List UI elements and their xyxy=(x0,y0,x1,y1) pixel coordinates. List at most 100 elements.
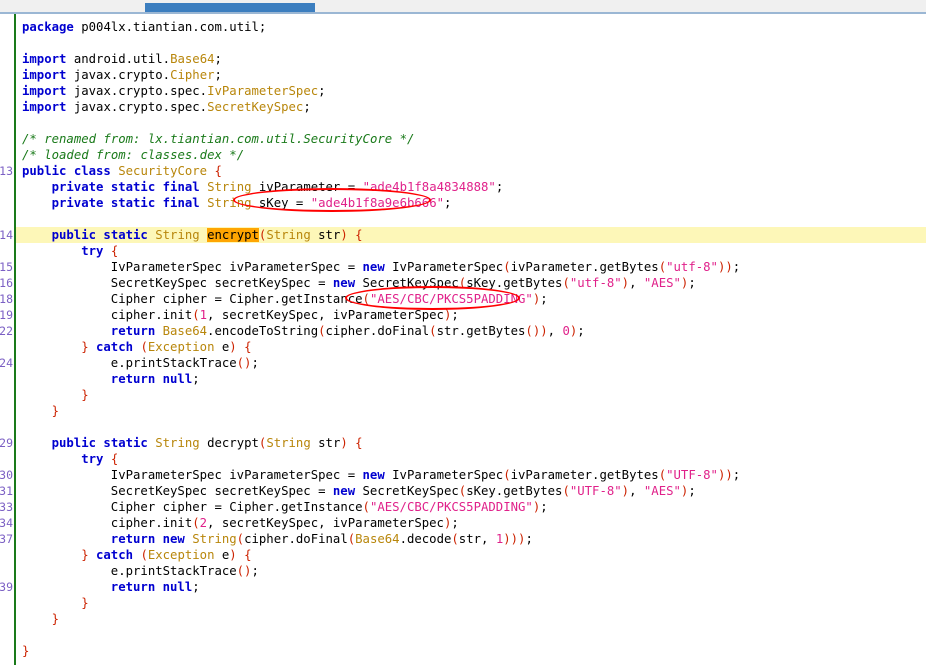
code-token: String xyxy=(155,436,200,450)
code-editor-pane[interactable]: 13 14 15 16 18 19 22 24 29 30 31 33 34 37 39 package p… xyxy=(0,14,926,665)
code-token: javax.crypto. xyxy=(66,68,171,82)
code-line[interactable]: package p004lx.tiantian.com.util; xyxy=(22,19,266,35)
code-line[interactable]: public static String decrypt(String str)… xyxy=(52,435,363,451)
code-line[interactable]: return null; xyxy=(111,371,200,387)
code-token: 1 xyxy=(199,308,208,322)
code-token: str.getBytes xyxy=(436,324,526,338)
code-token: "UTF-8" xyxy=(569,484,622,498)
code-token: Cipher xyxy=(170,68,215,82)
code-token: javax.crypto.spec. xyxy=(66,84,208,98)
code-token: cipher.doFinal xyxy=(244,532,348,546)
code-token: cipher = xyxy=(155,292,230,306)
code-token: Exception xyxy=(147,548,215,562)
code-line[interactable]: return new String(cipher.doFinal(Base64.… xyxy=(111,531,533,547)
code-line[interactable]: /* loaded from: classes.dex */ xyxy=(22,147,244,163)
code-token: ; xyxy=(540,292,548,306)
code-token: SecretKeySpec xyxy=(355,276,459,290)
code-line[interactable]: } xyxy=(52,611,59,627)
code-line[interactable]: } catch (Exception e) { xyxy=(81,339,251,355)
code-token: } xyxy=(81,388,89,402)
code-token: ( xyxy=(236,532,245,546)
code-line[interactable]: SecretKeySpec secretKeySpec = new Secret… xyxy=(111,483,696,499)
code-line[interactable]: try { xyxy=(81,243,118,259)
editor-tabstrip xyxy=(0,0,926,13)
code-line[interactable]: } xyxy=(81,595,88,611)
code-token: new xyxy=(332,276,356,290)
code-line[interactable]: public class SecurityCore { xyxy=(22,163,222,179)
code-token: SecurityCore xyxy=(118,164,208,178)
code-token: ivParameterSpec = xyxy=(221,468,363,482)
code-line[interactable]: Cipher cipher = Cipher.getInstance("AES/… xyxy=(111,291,548,307)
code-line[interactable]: import javax.crypto.Cipher; xyxy=(22,67,222,83)
code-token: sKey = xyxy=(251,196,311,210)
source-code-area[interactable]: package p004lx.tiantian.com.util; import … xyxy=(22,14,926,665)
code-token: cipher.init xyxy=(110,308,193,322)
code-token: import xyxy=(22,100,67,114)
code-line[interactable]: /* renamed from: lx.tiantian.com.util.Se… xyxy=(22,131,414,147)
code-token: return null xyxy=(110,372,193,386)
code-line[interactable]: IvParameterSpec ivParameterSpec = new Iv… xyxy=(111,259,740,275)
code-token: ( xyxy=(362,292,370,306)
code-line[interactable]: SecretKeySpec secretKeySpec = new Secret… xyxy=(111,275,696,291)
code-line[interactable]: import android.util.Base64; xyxy=(22,51,222,67)
code-token: )) xyxy=(717,468,733,482)
code-token: Cipher xyxy=(110,292,156,306)
code-token: ivParameter = xyxy=(251,180,363,194)
code-token: android.util. xyxy=(66,52,171,66)
code-token: { xyxy=(244,548,252,562)
code-line[interactable]: return Base64.encodeToString(cipher.doFi… xyxy=(111,323,585,339)
code-token: .decode xyxy=(399,532,452,546)
code-token: "AES/CBC/PKCS5PADDING" xyxy=(369,500,533,514)
code-line[interactable]: import javax.crypto.spec.SecretKeySpec; xyxy=(22,99,311,115)
code-line[interactable]: e.printStackTrace(); xyxy=(111,355,259,371)
code-token: Cipher.getInstance xyxy=(229,500,363,514)
code-line[interactable]: import javax.crypto.spec.IvParameterSpec… xyxy=(22,83,326,99)
code-token: import xyxy=(22,52,67,66)
code-token: sKey.getBytes xyxy=(466,276,563,290)
code-line[interactable]: try { xyxy=(81,451,118,467)
code-token: Base64 xyxy=(355,532,400,546)
code-token: ( xyxy=(429,324,437,338)
code-token: ; xyxy=(258,20,267,34)
line-number: 13 xyxy=(0,164,13,178)
code-line[interactable]: e.printStackTrace(); xyxy=(111,563,259,579)
code-token: SecretKeySpec xyxy=(207,100,304,114)
code-token: { xyxy=(355,436,363,450)
code-line[interactable]: cipher.init(2, secretKeySpec, ivParamete… xyxy=(111,515,459,531)
code-token: new xyxy=(362,468,385,482)
code-token: import xyxy=(22,68,67,82)
code-token: ) xyxy=(621,484,630,498)
code-token: str xyxy=(310,228,341,242)
code-token: catch xyxy=(96,340,134,354)
code-token: ; xyxy=(251,564,259,578)
code-token: ( xyxy=(451,532,459,546)
code-token: SecretKeySpec xyxy=(355,484,459,498)
code-line[interactable]: private static final String ivParameter … xyxy=(52,179,504,195)
code-token: sKey.getBytes xyxy=(466,484,563,498)
code-token: ( xyxy=(658,468,667,482)
code-line[interactable]: cipher.init(1, secretKeySpec, ivParamete… xyxy=(111,307,459,323)
code-line[interactable]: } catch (Exception e) { xyxy=(81,547,251,563)
code-token: IvParameterSpec xyxy=(384,260,504,274)
code-token: ( xyxy=(318,324,326,338)
code-line[interactable]: return null; xyxy=(111,579,200,595)
code-line[interactable]: public static String encrypt(String str)… xyxy=(52,227,363,243)
code-token: e.printStackTrace xyxy=(110,564,237,578)
code-token: } xyxy=(51,612,59,626)
code-token: String xyxy=(207,196,252,210)
code-token: { xyxy=(355,228,363,242)
code-line[interactable]: private static final String sKey = "ade4… xyxy=(52,195,452,211)
line-number: 16 xyxy=(0,276,13,290)
code-line[interactable]: IvParameterSpec ivParameterSpec = new Iv… xyxy=(111,467,740,483)
code-line[interactable]: Cipher cipher = Cipher.getInstance("AES/… xyxy=(111,499,548,515)
code-token: } xyxy=(51,404,59,418)
code-line[interactable]: } xyxy=(22,643,29,659)
code-line[interactable]: } xyxy=(81,387,88,403)
code-line[interactable]: } xyxy=(52,403,59,419)
